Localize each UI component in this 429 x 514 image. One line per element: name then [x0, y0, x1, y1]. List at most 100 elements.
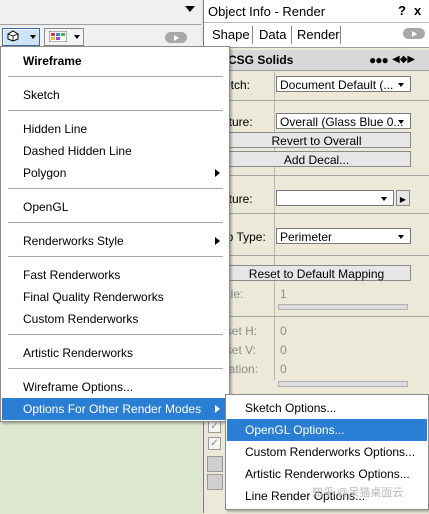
help-icon[interactable]: ? — [398, 3, 406, 18]
chevron-down-icon — [398, 83, 404, 87]
top-toolbar-strip — [0, 0, 201, 25]
menu-item-fast-renderworks[interactable]: Fast Renderworks — [2, 264, 228, 286]
menu-item-dashed-hidden-line[interactable]: Dashed Hidden Line — [2, 140, 228, 162]
palette-tabs: Shape Data Render — [204, 23, 429, 48]
tab-divider — [340, 26, 341, 44]
menu-separator — [8, 334, 223, 335]
menu-separator — [8, 256, 223, 257]
add-decal-button[interactable]: Add Decal... — [222, 151, 411, 167]
submenu-arrow-icon — [215, 237, 220, 245]
expand-toggle-icon[interactable] — [403, 28, 425, 39]
render-mode-icon — [7, 30, 19, 42]
chevron-down-icon — [30, 35, 36, 39]
chevron-right-icon: ▶ — [399, 195, 407, 204]
texture-options-button[interactable]: ▶ — [396, 190, 410, 206]
menu-item-label: Dashed Hidden Line — [23, 144, 132, 158]
rotation-slider[interactable] — [278, 381, 408, 387]
tab-divider — [252, 26, 253, 44]
menu-item-label: Wireframe — [23, 54, 82, 68]
tab-render[interactable]: Render — [297, 27, 340, 42]
color-mode-button[interactable] — [44, 28, 84, 46]
menu-item-label: OpenGL — [23, 200, 69, 214]
sketch-style-select[interactable]: Document Default (... — [276, 76, 411, 92]
menu-item-label: Renderworks Style — [23, 234, 124, 248]
menu-item-wireframe[interactable]: Wireframe — [2, 50, 228, 72]
more-options-icon[interactable]: ●●● — [369, 53, 389, 67]
section-divider — [204, 255, 429, 256]
menu-separator — [8, 110, 223, 111]
menu-separator — [8, 368, 223, 369]
option-checkbox[interactable]: ✓ — [208, 437, 221, 450]
revert-to-overall-button[interactable]: Revert to Overall — [222, 132, 411, 148]
submenu-item-custom-renderworks-options[interactable]: Custom Renderworks Options... — [227, 441, 427, 463]
tab-shape[interactable]: Shape — [212, 27, 250, 42]
object-type-header: CSG Solids ●●● ◀◆▶ — [204, 50, 429, 71]
scale-slider[interactable] — [278, 304, 408, 310]
submenu-item-label: Custom Renderworks Options... — [245, 445, 416, 459]
menu-item-label: Artistic Renderworks — [23, 346, 134, 360]
submenu-item-label: Artistic Renderworks Options... — [245, 467, 410, 481]
chevron-down-icon[interactable] — [185, 6, 195, 12]
menu-item-label: Final Quality Renderworks — [23, 290, 164, 304]
menu-item-label: Polygon — [23, 166, 67, 180]
texture-part-select[interactable] — [276, 190, 394, 206]
menu-item-opengl[interactable]: OpenGL — [2, 196, 228, 218]
submenu-arrow-icon — [215, 405, 220, 413]
reset-default-mapping-button[interactable]: Reset to Default Mapping — [222, 265, 411, 281]
submenu-item-label: Sketch Options... — [245, 401, 337, 415]
menu-item-hidden-line[interactable]: Hidden Line — [2, 118, 228, 140]
scale-value: 1 — [280, 287, 287, 301]
map-type-select[interactable]: Perimeter — [276, 228, 411, 244]
texture-value: Overall (Glass Blue 0... — [280, 115, 404, 129]
menu-item-label: Options For Other Render Modes — [23, 402, 202, 416]
section-divider — [204, 316, 429, 317]
color-chip[interactable] — [207, 456, 223, 472]
submenu-item-sketch-options[interactable]: Sketch Options... — [227, 397, 427, 419]
menu-item-artistic-renderworks[interactable]: Artistic Renderworks — [2, 342, 228, 364]
color-swatch-icon — [49, 31, 67, 42]
tab-data[interactable]: Data — [259, 27, 286, 42]
object-type-title: CSG Solids — [228, 53, 294, 67]
chevron-down-icon — [381, 197, 387, 201]
menu-item-label: Hidden Line — [23, 122, 88, 136]
menu-separator — [8, 188, 223, 189]
rotation-value: 0 — [280, 362, 287, 376]
offset-h-value: 0 — [280, 324, 287, 338]
close-icon[interactable]: x — [414, 3, 421, 18]
menu-item-label: Sketch — [23, 88, 60, 102]
submenu-item-opengl-options[interactable]: OpenGL Options... — [227, 419, 427, 441]
chevron-down-icon — [398, 120, 404, 124]
menu-item-custom-renderworks[interactable]: Custom Renderworks — [2, 308, 228, 330]
menu-item-wireframe-options[interactable]: Wireframe Options... — [2, 376, 228, 398]
map-type-value: Perimeter — [280, 230, 333, 244]
menu-item-label: Wireframe Options... — [23, 380, 134, 394]
menu-item-final-quality-renderworks[interactable]: Final Quality Renderworks — [2, 286, 228, 308]
menu-item-sketch[interactable]: Sketch — [2, 84, 228, 106]
section-divider — [204, 213, 429, 214]
menu-separator — [8, 76, 223, 77]
menu-item-label: Fast Renderworks — [23, 268, 121, 282]
navigate-objects-icon[interactable]: ◀◆▶ — [392, 54, 415, 65]
tab-divider — [291, 26, 292, 44]
menu-item-renderworks-style[interactable]: Renderworks Style — [2, 230, 228, 252]
expand-toggle-icon[interactable] — [165, 32, 187, 43]
texture-select[interactable]: Overall (Glass Blue 0... — [276, 113, 411, 129]
sketch-style-value: Document Default (... — [280, 78, 394, 92]
palette-title-bar: Object Info - Render ? x — [204, 0, 429, 23]
submenu-item-artistic-renderworks-options[interactable]: Artistic Renderworks Options... — [227, 463, 427, 485]
column-divider — [274, 70, 275, 380]
section-divider — [204, 100, 429, 101]
offset-v-value: 0 — [280, 343, 287, 357]
menu-separator — [8, 222, 223, 223]
menu-item-polygon[interactable]: Polygon — [2, 162, 228, 184]
color-chip[interactable] — [207, 474, 223, 490]
submenu-item-label: OpenGL Options... — [245, 423, 345, 437]
watermark: 知乎 @呆猫桌面云 — [312, 487, 404, 499]
menu-item-other-render-options[interactable]: Options For Other Render Modes — [2, 398, 228, 420]
submenu-arrow-icon — [215, 169, 220, 177]
render-mode-button[interactable] — [2, 28, 40, 46]
render-mode-menu: Wireframe Sketch Hidden Line Dashed Hidd… — [0, 46, 230, 422]
section-divider — [204, 175, 429, 176]
chevron-down-icon — [74, 35, 80, 39]
chevron-down-icon — [398, 235, 404, 239]
